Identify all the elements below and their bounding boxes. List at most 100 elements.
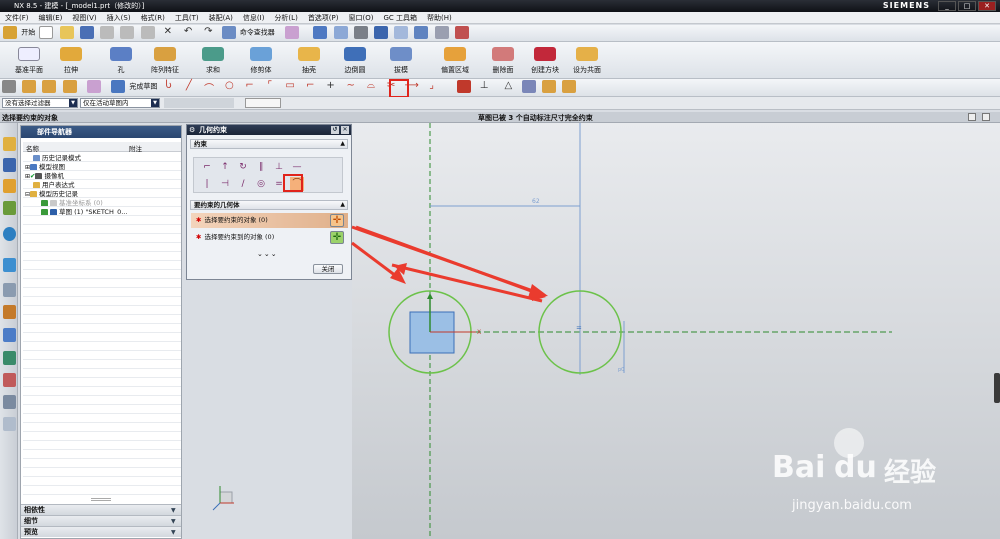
make-corner-icon[interactable]: ⌟ — [425, 80, 439, 93]
roles-icon[interactable] — [3, 373, 16, 387]
point-icon[interactable]: + — [324, 80, 338, 93]
system-scenes-icon[interactable] — [3, 395, 16, 409]
line-icon[interactable]: ╱ — [182, 80, 196, 93]
display-icon[interactable] — [434, 26, 449, 39]
finish-sketch-icon[interactable] — [111, 80, 126, 93]
arc-icon[interactable]: ⌒ — [202, 80, 216, 95]
menu-tools[interactable]: 工具(T) — [170, 12, 204, 24]
column-notes[interactable]: 附注 — [129, 143, 142, 153]
hd3d-icon[interactable] — [3, 227, 16, 241]
midpoint-icon[interactable]: ⊣ — [218, 177, 232, 191]
details-section[interactable]: 细节 ▼ — [21, 515, 181, 526]
select-object-crosshair-icon[interactable]: ✛ — [330, 214, 344, 227]
reuse-library-icon[interactable] — [3, 201, 16, 215]
command-finder-button[interactable]: 命令查找器 — [240, 29, 275, 37]
rectangle-icon[interactable]: ▭ — [283, 80, 297, 93]
dimension-label[interactable]: 62 — [532, 198, 540, 205]
close-part-icon[interactable] — [982, 113, 990, 121]
wireframe-icon[interactable] — [414, 26, 429, 39]
menu-preferences[interactable]: 首选项(P) — [303, 12, 344, 24]
type-filter-select[interactable]: 没有选择过滤器 ▼ — [2, 98, 78, 108]
sketch-tool-3-icon[interactable] — [42, 80, 57, 93]
process-studio-icon[interactable] — [3, 328, 16, 342]
new-file-icon[interactable] — [39, 26, 54, 39]
sketch-tool-5-icon[interactable] — [86, 80, 101, 93]
profile-icon[interactable]: Ⴑ — [162, 80, 176, 93]
cut-icon[interactable] — [100, 26, 115, 39]
manufacturing-wizards-icon[interactable] — [3, 351, 16, 365]
close-icon[interactable]: ✕ — [341, 126, 349, 134]
horizontal-icon[interactable]: — — [290, 160, 304, 174]
sketch-tool-1-icon[interactable] — [2, 80, 16, 93]
more-options-chevrons-icon[interactable]: ⌄⌄⌄ — [257, 250, 278, 258]
assembly-nav-icon[interactable] — [3, 137, 16, 151]
point-on-curve-icon[interactable]: ↑ — [218, 160, 232, 174]
constraint-section-header[interactable]: 约束 ▲ — [190, 139, 348, 149]
select-target-crosshair-icon[interactable]: ✛ — [330, 231, 344, 244]
splitter-handle[interactable] — [91, 498, 111, 501]
geometry-section-header[interactable]: 要约束的几何体 ▲ — [190, 200, 348, 210]
radius-dimension-label[interactable]: p0 — [618, 367, 624, 373]
menu-format[interactable]: 格式(R) — [136, 12, 170, 24]
save-icon[interactable] — [79, 26, 94, 39]
finish-sketch-button[interactable]: 完成草图 — [129, 83, 157, 91]
start-icon[interactable] — [3, 26, 17, 39]
sketch-tool-8-icon[interactable] — [562, 80, 577, 93]
part-nav-icon[interactable] — [3, 179, 16, 193]
chamfer-icon[interactable]: ⌜ — [263, 80, 277, 93]
snap-point-toolbar[interactable] — [164, 98, 234, 108]
sketch-tool-7-icon[interactable] — [541, 80, 556, 93]
history-icon[interactable] — [3, 283, 16, 297]
menu-assembly[interactable]: 装配(A) — [204, 12, 238, 24]
circle-icon[interactable]: ○ — [222, 80, 236, 93]
view-orient-icon[interactable] — [373, 26, 388, 39]
render-style-icon[interactable] — [353, 26, 368, 39]
menu-view[interactable]: 视图(V) — [67, 12, 101, 24]
view-triad-handle[interactable] — [994, 373, 1000, 403]
menu-file[interactable]: 文件(F) — [0, 12, 34, 24]
tangent-icon[interactable]: ↻ — [236, 160, 250, 174]
system-materials-icon[interactable] — [3, 305, 16, 319]
shaded-icon[interactable] — [394, 26, 409, 39]
redo-icon[interactable]: ↷ — [201, 26, 215, 39]
delete-icon[interactable]: ✕ — [161, 26, 175, 39]
perpendicular-icon[interactable]: ⊥ — [272, 160, 286, 174]
preview-section[interactable]: 预览 ▼ — [21, 526, 181, 537]
menu-insert[interactable]: 插入(S) — [102, 12, 136, 24]
column-name[interactable]: 名称 — [26, 143, 39, 153]
menu-info[interactable]: 信息(I) — [238, 12, 270, 24]
snap-icon[interactable] — [285, 26, 300, 39]
studio-spline-icon[interactable]: ∼ — [344, 80, 358, 93]
select-target-row[interactable]: ✱ 选择要约束到的对象 (0) ✛ — [191, 230, 348, 245]
sketch-tool-2-icon[interactable] — [22, 80, 37, 93]
sketch-tool-4-icon[interactable] — [62, 80, 77, 93]
display-constraints-icon[interactable]: ⊥ — [477, 80, 491, 93]
reset-icon[interactable]: ↺ — [331, 126, 339, 134]
sketch-tool-6-icon[interactable] — [521, 80, 536, 93]
close-button[interactable]: 关闭 — [313, 264, 343, 274]
minimize-button[interactable]: _ — [938, 1, 956, 11]
palette-icon[interactable] — [3, 417, 16, 431]
restore-icon[interactable] — [968, 113, 976, 121]
menu-analysis[interactable]: 分析(L) — [269, 12, 302, 24]
coincident-icon[interactable]: ⌐ — [200, 160, 214, 174]
triangle-icon[interactable]: △ — [501, 80, 515, 93]
maximize-button[interactable]: □ — [958, 1, 976, 11]
offset-curve-icon[interactable]: ⌓ — [364, 80, 378, 93]
concentric-icon[interactable]: ◎ — [254, 177, 268, 191]
web-browser-icon[interactable] — [3, 258, 16, 272]
layer-icon[interactable] — [454, 26, 469, 39]
parallel-icon[interactable]: ∥ — [254, 160, 268, 174]
menu-gc-toolbox[interactable]: GC 工具箱 — [378, 12, 422, 24]
view-layout-icon[interactable] — [313, 26, 328, 39]
paste-icon[interactable] — [140, 26, 155, 39]
copy-icon[interactable] — [120, 26, 135, 39]
undo-icon[interactable]: ↶ — [181, 26, 195, 39]
menu-window[interactable]: 窗口(O) — [344, 12, 379, 24]
selection-scope-select[interactable]: 仅在活动草图内 ▼ — [80, 98, 160, 108]
dependencies-section[interactable]: 相依性 ▼ — [21, 504, 181, 515]
start-button[interactable]: 开始 — [21, 29, 35, 37]
close-window-button[interactable]: ✕ — [978, 1, 996, 11]
polygon-icon[interactable]: ⌐ — [303, 80, 317, 93]
command-finder-icon[interactable] — [221, 26, 236, 39]
